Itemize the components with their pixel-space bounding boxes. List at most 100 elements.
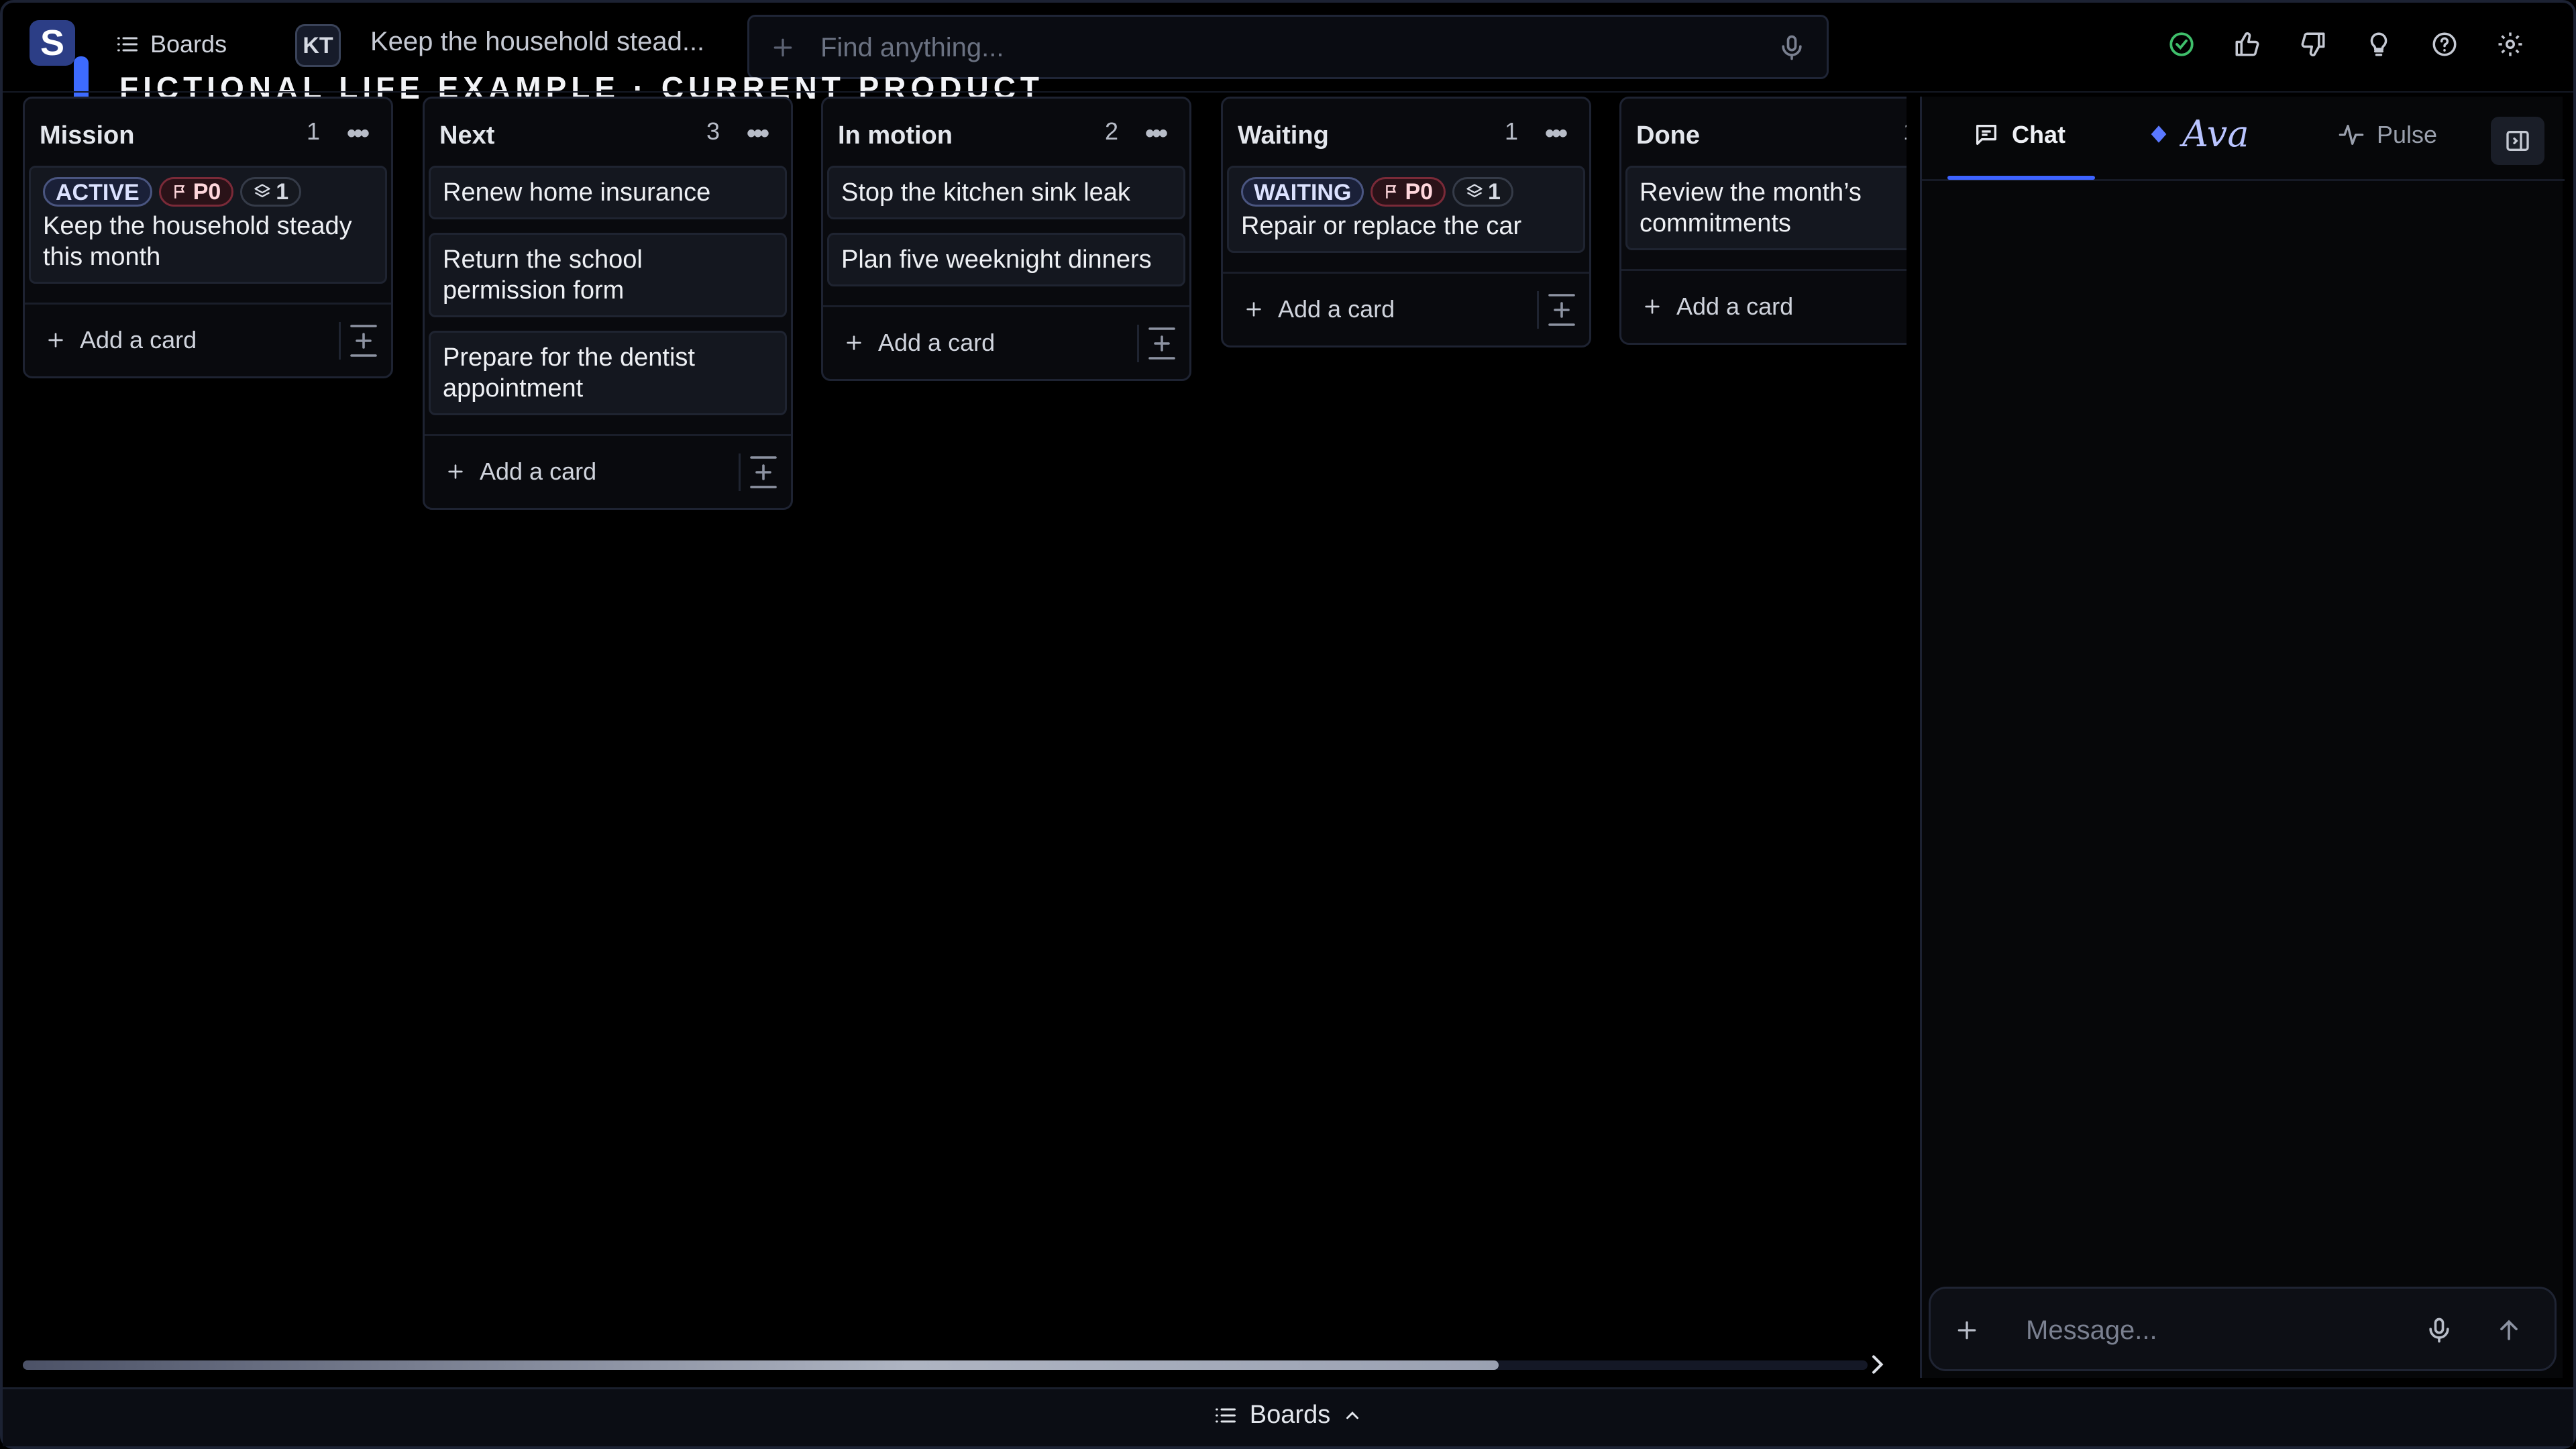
card-title: Repair or replace the car [1241, 212, 1522, 240]
plus-icon [1642, 296, 1663, 317]
card[interactable]: WAITING P0 1 Repair or replace the car [1227, 166, 1585, 253]
insert-card-icon[interactable] [1537, 291, 1575, 329]
tab-pulse[interactable]: Pulse [2338, 121, 2437, 149]
tab-ava-label: Ava [2182, 113, 2249, 155]
priority-label: P0 [1405, 179, 1434, 205]
boards-nav-button[interactable]: Boards [115, 28, 227, 60]
tab-ava[interactable]: Ava [2147, 113, 2249, 155]
microphone-icon[interactable] [2424, 1316, 2454, 1345]
check-circle-icon[interactable] [2164, 27, 2199, 62]
plus-icon[interactable] [769, 34, 796, 61]
column-count: 2 [1104, 117, 1118, 145]
sidebar-toggle-icon [2504, 127, 2531, 154]
assistant-panel: Chat Ava Pulse Message... [1920, 97, 2565, 1378]
settings-gear-icon[interactable] [2493, 27, 2528, 62]
column-title: Mission [40, 121, 135, 150]
pulse-icon [2338, 121, 2365, 148]
thumbs-up-icon[interactable] [2230, 27, 2265, 62]
card-title: Stop the kitchen sink leak [841, 178, 1130, 207]
more-options-icon[interactable]: ••• [347, 119, 370, 149]
card-title: Renew home insurance [443, 178, 711, 207]
breadcrumb-board-title[interactable]: Keep the household stead... [370, 27, 704, 57]
tab-chat[interactable]: Chat [1973, 121, 2065, 149]
plus-icon [45, 329, 66, 351]
add-card-button[interactable]: Add a card [45, 326, 197, 354]
help-icon[interactable] [2427, 27, 2462, 62]
insert-card-icon[interactable] [739, 453, 777, 491]
plus-icon [843, 332, 865, 354]
more-options-icon[interactable]: ••• [1545, 119, 1568, 149]
subtask-badge: 1 [240, 177, 302, 207]
column-title: Done [1636, 121, 1700, 150]
card[interactable]: Renew home insurance [429, 166, 787, 219]
insert-card-icon[interactable] [1137, 325, 1175, 362]
add-card-label: Add a card [878, 329, 996, 356]
column-mission: Mission 1 ••• ACTIVE P0 1 Keep the house… [23, 97, 393, 378]
app-logo[interactable]: S [30, 20, 75, 66]
tab-pulse-label: Pulse [2377, 121, 2438, 148]
subtask-count: 1 [1488, 179, 1501, 205]
list-icon [1214, 1403, 1238, 1428]
tab-chat-label: Chat [2012, 121, 2065, 148]
send-arrow-icon[interactable] [2494, 1316, 2524, 1345]
flag-icon [172, 183, 189, 201]
layers-icon [253, 182, 272, 201]
column-title: Waiting [1238, 121, 1329, 150]
subtask-count: 1 [276, 179, 289, 205]
lightbulb-icon[interactable] [2361, 27, 2396, 62]
more-options-icon[interactable]: ••• [747, 119, 769, 149]
card[interactable]: Review the month’s commitments [1625, 166, 1907, 250]
workspace-avatar[interactable]: KT [295, 24, 341, 67]
priority-label: P0 [193, 179, 221, 205]
microphone-icon[interactable] [1777, 33, 1807, 62]
card[interactable]: Prepare for the dentist appointment [429, 331, 787, 415]
card-title: Plan five weeknight dinners [841, 246, 1152, 274]
card[interactable]: ACTIVE P0 1 Keep the household steady th… [29, 166, 387, 284]
column-waiting: Waiting 1 ••• WAITING P0 1 Repair or rep… [1221, 97, 1591, 347]
add-card-label: Add a card [480, 458, 597, 485]
column-in-motion: In motion 2 ••• Stop the kitchen sink le… [821, 97, 1191, 381]
scrollbar-thumb[interactable] [23, 1360, 1499, 1370]
flag-icon [1383, 183, 1401, 201]
footer-boards-toggle[interactable]: Boards [0, 1401, 2576, 1430]
add-card-label: Add a card [1278, 295, 1395, 323]
scroll-right-icon[interactable] [1864, 1351, 1890, 1378]
add-card-button[interactable]: Add a card [1642, 292, 1793, 321]
add-card-button[interactable]: Add a card [1243, 295, 1395, 323]
subtask-badge: 1 [1452, 177, 1513, 207]
status-badge: ACTIVE [43, 177, 152, 207]
card-title: Prepare for the dentist appointment [443, 343, 695, 402]
column-next: Next 3 ••• Renew home insurance Return t… [423, 97, 793, 510]
diamond-icon [2147, 123, 2170, 146]
plus-icon [1243, 299, 1265, 320]
add-card-button[interactable]: Add a card [445, 458, 596, 486]
message-composer[interactable]: Message... [1929, 1287, 2557, 1371]
card-title: Return the school permission form [443, 246, 643, 305]
more-options-icon[interactable]: ••• [1145, 119, 1168, 149]
collapse-panel-button[interactable] [2491, 117, 2544, 165]
plus-icon [445, 461, 466, 482]
priority-badge: P0 [158, 177, 234, 207]
card-title: Keep the household steady this month [43, 212, 352, 271]
search-placeholder: Find anything... [820, 33, 1004, 62]
column-done: Done 1 ••• Review the month’s commitment… [1619, 97, 1907, 345]
card[interactable]: Stop the kitchen sink leak [827, 166, 1185, 219]
active-tab-indicator [1947, 176, 2095, 180]
attach-plus-icon[interactable] [1953, 1317, 1980, 1344]
message-input[interactable]: Message... [2026, 1316, 2157, 1346]
card[interactable]: Return the school permission form [429, 233, 787, 317]
footer-boards-label: Boards [1249, 1401, 1331, 1429]
layers-icon [1465, 182, 1484, 201]
card-title: Review the month’s commitments [1640, 178, 1862, 237]
chevron-up-icon [1342, 1405, 1362, 1426]
add-card-label: Add a card [80, 326, 197, 354]
column-count: 3 [706, 117, 720, 145]
card[interactable]: Plan five weeknight dinners [827, 233, 1185, 286]
status-badge: WAITING [1241, 177, 1364, 207]
priority-badge: P0 [1371, 177, 1446, 207]
thumbs-down-icon[interactable] [2296, 27, 2330, 62]
chat-icon [1973, 121, 2000, 148]
panel-tabs: Chat Ava Pulse [1922, 97, 2565, 181]
add-card-button[interactable]: Add a card [843, 329, 995, 357]
insert-card-icon[interactable] [339, 322, 377, 360]
